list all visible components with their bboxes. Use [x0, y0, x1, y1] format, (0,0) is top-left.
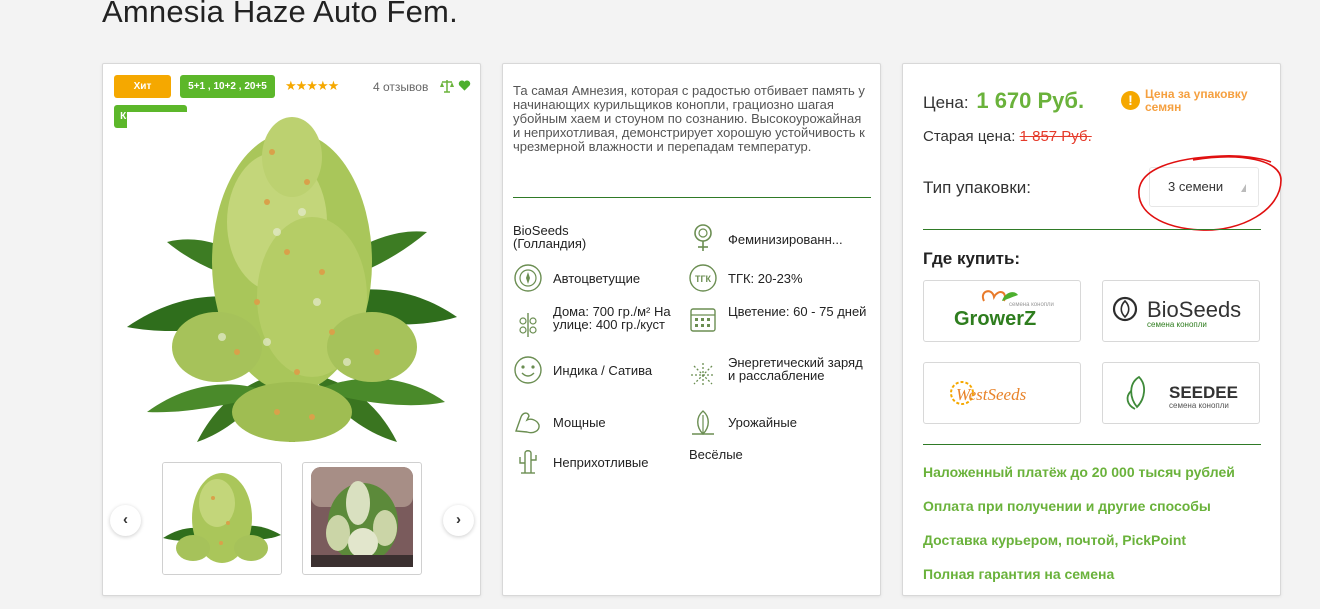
autoflower-icon [514, 264, 542, 292]
shop-name: WestSeeds [956, 385, 1027, 404]
feature-yield: Дома: 700 гр./м² На улице: 400 гр./куст [553, 304, 671, 332]
product-gallery: Хит 5+1 , 10+2 , 20+5 КЭШБЭК 5% ★★★★★ 4 … [102, 63, 481, 596]
feature-fun: Весёлые [689, 447, 743, 462]
pack-type-label: Тип упаковки: [923, 178, 1031, 197]
feature-flowering: Цветение: 60 - 75 дней [728, 304, 867, 319]
info-icon: ! [1121, 91, 1140, 110]
promo-badge: 5+1 , 10+2 , 20+5 [180, 75, 275, 98]
feature-harvest: Урожайные [728, 415, 797, 430]
benefit-cod-link[interactable]: Наложенный платёж до 20 000 тысяч рублей [923, 464, 1235, 480]
svg-text:семена конопли: семена конопли [1147, 320, 1207, 329]
old-price-value: 1 857 Руб. [1019, 128, 1092, 145]
muscle-arm-icon [515, 412, 540, 434]
where-to-buy-title: Где купить: [923, 249, 1021, 268]
gallery-next-button[interactable]: › [443, 505, 474, 536]
price-value: 1 670 Руб. [976, 88, 1085, 113]
divider [923, 444, 1261, 445]
old-price-label: Старая цена: [923, 128, 1016, 145]
seedee-logo-icon: SEEDEE семена конопли [1126, 375, 1238, 410]
growerz-logo-icon: GrowerZ семена конопли [954, 290, 1054, 330]
divider [923, 229, 1261, 230]
feature-breeder: BioSeeds (Голландия) [513, 223, 587, 251]
heart-icon[interactable] [458, 79, 471, 92]
svg-text:ТГК: ТГК [695, 274, 712, 284]
compare-scales-icon[interactable] [440, 79, 454, 93]
smile-icon [514, 356, 542, 384]
shop-name: SEEDEE [1169, 383, 1238, 402]
price-label: Цена: [923, 93, 969, 112]
product-description: Та самая Амнезия, которая с радостью отб… [513, 83, 865, 154]
product-description-panel: Та самая Амнезия, которая с радостью отб… [502, 63, 881, 596]
shop-westseeds-button[interactable]: WestSeeds [923, 362, 1081, 424]
benefit-payment-link[interactable]: Оплата при получении и другие способы [923, 498, 1211, 514]
price-row: Цена: 1 670 Руб. [923, 88, 1084, 114]
harvest-icon [692, 410, 714, 435]
feature-thc: ТГК: 20-23% [728, 271, 803, 286]
gallery-thumbnail[interactable] [162, 462, 282, 575]
benefit-guarantee-link[interactable]: Полная гарантия на семена [923, 566, 1114, 582]
calendar-icon [690, 308, 716, 332]
svg-text:семена конопли: семена конопли [1009, 302, 1054, 308]
hit-badge: Хит [114, 75, 171, 98]
bioseeds-logo-icon: BioSeeds семена конопли [1112, 296, 1241, 329]
thumbnail-image-icon [163, 463, 281, 574]
price-note: Цена за упаковку семян [1145, 87, 1248, 114]
old-price-row: Старая цена: 1 857 Руб. [923, 128, 1092, 145]
red-scribble-annotation [1138, 155, 1282, 231]
shop-growerz-button[interactable]: GrowerZ семена конопли [923, 280, 1081, 342]
benefit-delivery-link[interactable]: Доставка курьером, почтой, PickPoint [923, 532, 1186, 548]
thumbnail-image-icon [311, 467, 413, 567]
thc-icon: ТГК [689, 264, 717, 292]
feature-type: Автоцветущие [553, 271, 641, 286]
gallery-thumbnail[interactable] [302, 462, 422, 575]
feature-potency: Мощные [553, 415, 606, 430]
feature-genetics: Индика / Сатива [553, 363, 653, 378]
shop-seedee-button[interactable]: SEEDEE семена конопли [1102, 362, 1260, 424]
feature-sex: Феминизированн... [728, 232, 843, 247]
sparkle-icon [691, 363, 715, 387]
svg-text:семена конопли: семена конопли [1169, 401, 1229, 410]
shop-bioseeds-button[interactable]: BioSeeds семена конопли [1102, 280, 1260, 342]
yield-plant-icon [519, 313, 537, 337]
feature-effect: Энергетический заряд и расслабление [728, 355, 863, 383]
shop-name: BioSeeds [1147, 297, 1241, 322]
product-main-image[interactable] [127, 112, 457, 442]
westseeds-logo-icon: WestSeeds [950, 381, 1027, 405]
rating-stars[interactable]: ★★★★★ [285, 78, 339, 94]
gallery-prev-button[interactable]: ‹ [110, 505, 141, 536]
shop-name: GrowerZ [954, 308, 1036, 330]
feature-easy: Неприхотливые [553, 455, 649, 470]
divider [513, 197, 871, 198]
cactus-icon [519, 450, 537, 474]
female-symbol-icon [694, 224, 712, 251]
price-panel: Цена: 1 670 Руб. ! Цена за упаковку семя… [902, 63, 1282, 596]
reviews-link[interactable]: 4 отзывов [373, 80, 428, 94]
page-title: Amnesia Haze Auto Fem. [102, 0, 458, 29]
